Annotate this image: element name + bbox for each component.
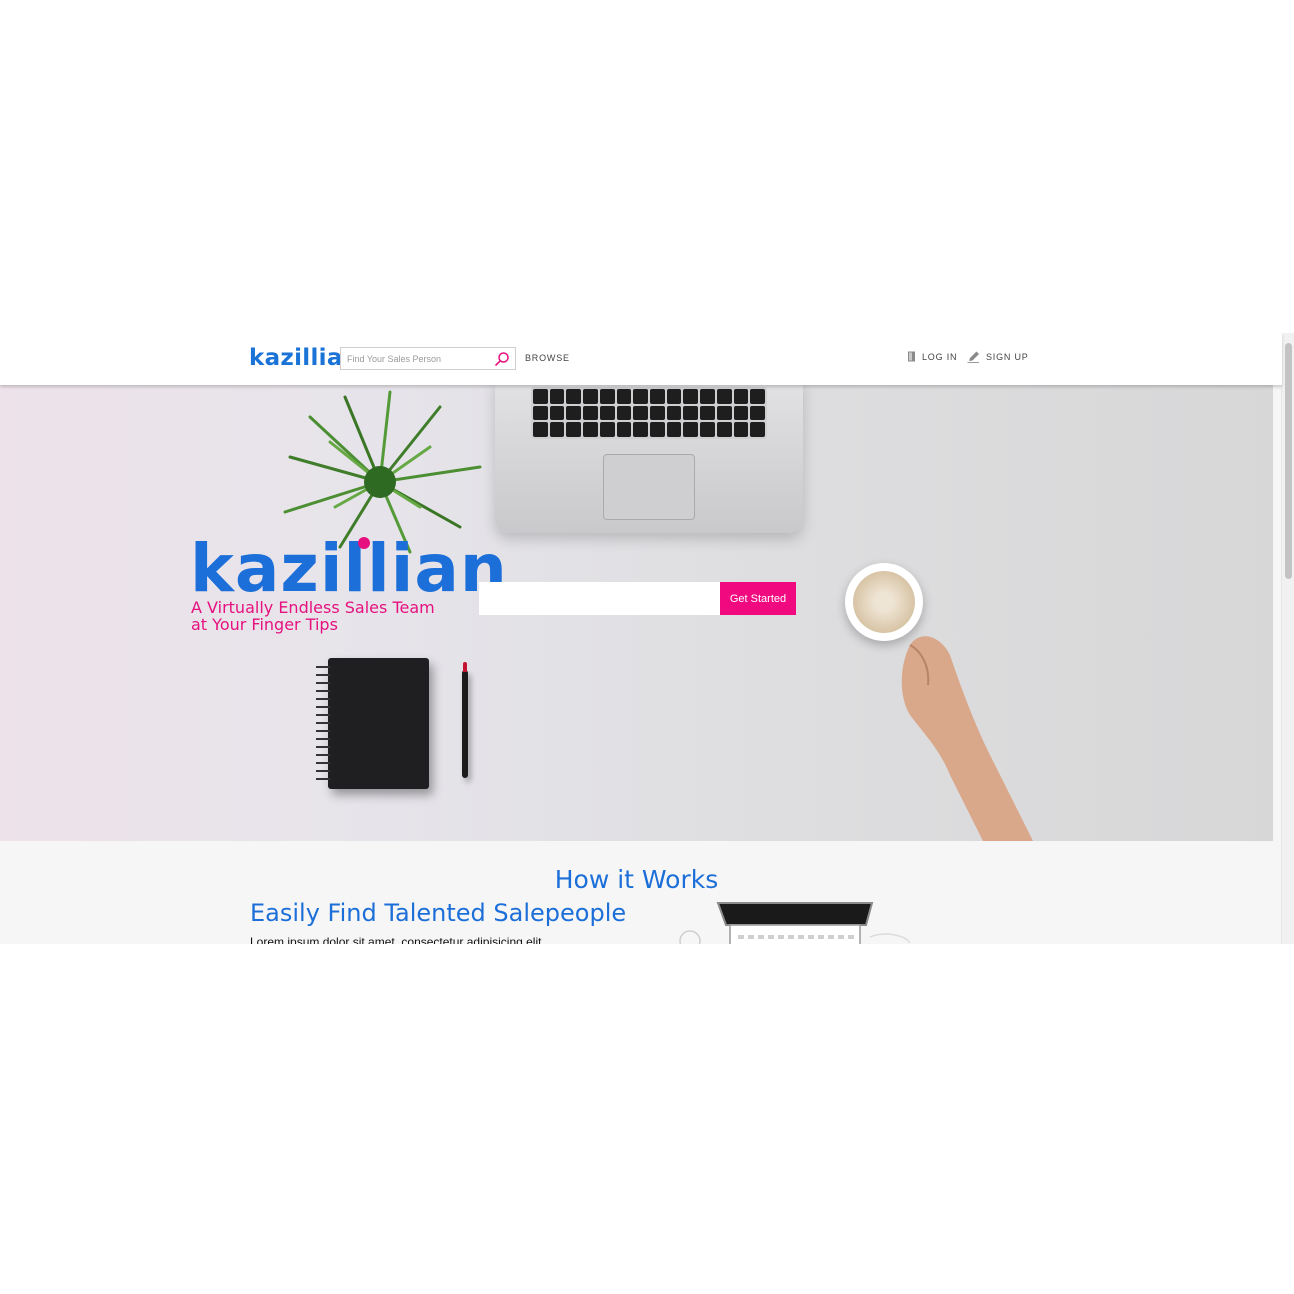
- hero-tagline-line2: at Your Finger Tips: [191, 615, 338, 634]
- hero-hand-image: [901, 636, 1033, 841]
- hero-pen-image: [462, 662, 468, 778]
- keyboard-key: [700, 389, 715, 404]
- door-icon: [908, 351, 915, 362]
- keyboard-key: [616, 389, 632, 404]
- keyboard-key: [633, 422, 648, 437]
- hero-tagline: A Virtually Endless Sales Team at Your F…: [191, 599, 451, 633]
- keyboard-key: [733, 405, 749, 421]
- keyboard-key: [599, 405, 615, 421]
- keyboard-key: [616, 405, 632, 421]
- laptop-illustration: [679, 902, 911, 944]
- feature-heading: Easily Find Talented Salepeople: [250, 899, 627, 927]
- scrollbar-thumb[interactable]: [1285, 343, 1292, 579]
- keyboard-key: [566, 422, 582, 437]
- keyboard-key: [666, 422, 682, 437]
- keyboard-key: [650, 422, 665, 437]
- top-navbar: kazillian BROWSE LOG IN SIGN UP: [0, 333, 1282, 385]
- keyboard-key: [733, 422, 749, 437]
- hero-brand-dot: [358, 537, 370, 549]
- signup-link[interactable]: SIGN UP: [967, 351, 1029, 363]
- login-link[interactable]: LOG IN: [907, 351, 957, 362]
- keyboard-key: [533, 389, 548, 404]
- keyboard-key: [700, 405, 715, 421]
- hero-notebook-image: [316, 658, 429, 789]
- pencil-icon: [967, 351, 979, 363]
- keyboard-key: [583, 405, 598, 421]
- keyboard-key: [650, 405, 665, 421]
- hero-brand-title: kazillian: [190, 530, 508, 607]
- keyboard-key: [566, 389, 582, 404]
- keyboard-key: [549, 389, 565, 404]
- keyboard-key: [566, 405, 582, 421]
- keyboard-key: [716, 405, 732, 421]
- hero-tagline-line1: A Virtually Endless Sales Team: [191, 598, 435, 617]
- keyboard-key: [750, 422, 765, 437]
- nav-search-input[interactable]: [341, 348, 497, 369]
- login-label: LOG IN: [922, 351, 958, 362]
- keyboard-key: [599, 389, 615, 404]
- keyboard-key: [599, 422, 615, 437]
- hero-section: kazillian A Virtually Endless Sales Team…: [0, 385, 1273, 841]
- keyboard-key: [633, 405, 648, 421]
- keyboard-key: [583, 389, 598, 404]
- browse-link[interactable]: BROWSE: [525, 353, 570, 363]
- keyboard-key: [633, 389, 648, 404]
- keyboard-key: [533, 405, 548, 421]
- keyboard-key: [583, 422, 598, 437]
- hero-trackpad-image: [603, 454, 695, 520]
- hero-keyboard-image: [531, 387, 767, 439]
- hero-search-input[interactable]: [479, 582, 720, 615]
- how-it-works-title: How it Works: [554, 865, 719, 894]
- search-icon[interactable]: [494, 351, 510, 367]
- page-scrollbar[interactable]: [1281, 333, 1294, 944]
- keyboard-key: [533, 422, 548, 437]
- keyboard-key: [666, 389, 682, 404]
- keyboard-key: [716, 422, 732, 437]
- keyboard-key: [549, 405, 565, 421]
- keyboard-key: [733, 389, 749, 404]
- keyboard-key: [549, 422, 565, 437]
- feature-text: Lorem ipsum dolor sit amet, consectetur …: [250, 935, 542, 944]
- keyboard-key: [666, 405, 682, 421]
- keyboard-key: [683, 389, 699, 404]
- hero-laptop-image: [495, 385, 803, 533]
- keyboard-key: [683, 422, 699, 437]
- keyboard-key: [750, 405, 765, 421]
- keyboard-key: [716, 389, 732, 404]
- browser-viewport: kazillian BROWSE LOG IN SIGN UP: [0, 333, 1294, 944]
- keyboard-key: [700, 422, 715, 437]
- keyboard-key: [683, 405, 699, 421]
- keyboard-key: [750, 389, 765, 404]
- get-started-button[interactable]: Get Started: [720, 582, 796, 615]
- keyboard-key: [616, 422, 632, 437]
- keyboard-key: [650, 389, 665, 404]
- nav-search-box: [340, 347, 516, 370]
- signup-label: SIGN UP: [986, 352, 1029, 362]
- hero-notebook-rings: [316, 666, 330, 781]
